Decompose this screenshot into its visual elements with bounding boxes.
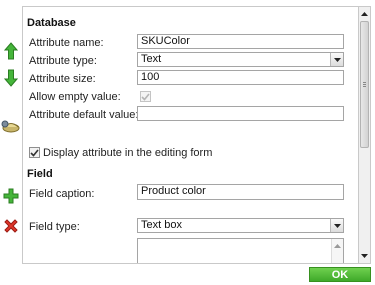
attribute-name-label: Attribute name: [29, 37, 104, 49]
attribute-name-input[interactable]: SKUColor [137, 34, 344, 49]
thumb-grip [363, 84, 366, 85]
left-toolbar [0, 0, 22, 285]
new-attribute-icon[interactable] [2, 187, 20, 205]
textarea-scrollbar[interactable] [331, 239, 343, 263]
ok-button[interactable]: OK [309, 267, 371, 282]
thumb-grip [363, 82, 366, 83]
field-type-value: Text box [141, 219, 182, 231]
delete-icon[interactable] [2, 217, 20, 235]
default-value-label: Attribute default value: [29, 109, 139, 121]
field-section-title: Field [27, 168, 53, 180]
attribute-type-value: Text [141, 53, 162, 65]
properties-panel: Database Attribute name: SKUColor Attrib… [22, 6, 358, 264]
field-caption-input[interactable]: Product color [137, 184, 344, 200]
field-type-select[interactable]: Text box [137, 218, 344, 233]
display-in-form-checkbox[interactable] [29, 147, 40, 158]
move-down-icon[interactable] [2, 69, 20, 87]
field-caption-label: Field caption: [29, 188, 95, 200]
attribute-size-input[interactable]: 100 [137, 70, 344, 85]
database-section-title: Database [27, 17, 76, 29]
attribute-type-select[interactable]: Text [137, 52, 344, 67]
thumb-grip [363, 86, 366, 87]
new-category-icon[interactable] [1, 117, 21, 135]
field-type-label: Field type: [29, 221, 80, 233]
attribute-type-label: Attribute type: [29, 55, 97, 67]
scrollbar-thumb[interactable] [360, 21, 369, 148]
display-in-form-label: Display attribute in the editing form [43, 147, 213, 159]
default-value-input[interactable] [137, 106, 344, 121]
scroll-down-icon[interactable] [359, 250, 370, 262]
field-settings-textarea[interactable] [137, 238, 344, 263]
scroll-up-icon[interactable] [359, 8, 370, 20]
attribute-size-label: Attribute size: [29, 73, 96, 85]
allow-empty-checkbox [140, 91, 151, 102]
panel-scrollbar[interactable] [358, 6, 371, 264]
allow-empty-label: Allow empty value: [29, 91, 121, 103]
chevron-down-icon[interactable] [330, 53, 343, 66]
attribute-editor: Database Attribute name: SKUColor Attrib… [0, 0, 375, 285]
chevron-down-icon[interactable] [330, 219, 343, 232]
move-up-icon[interactable] [2, 42, 20, 60]
